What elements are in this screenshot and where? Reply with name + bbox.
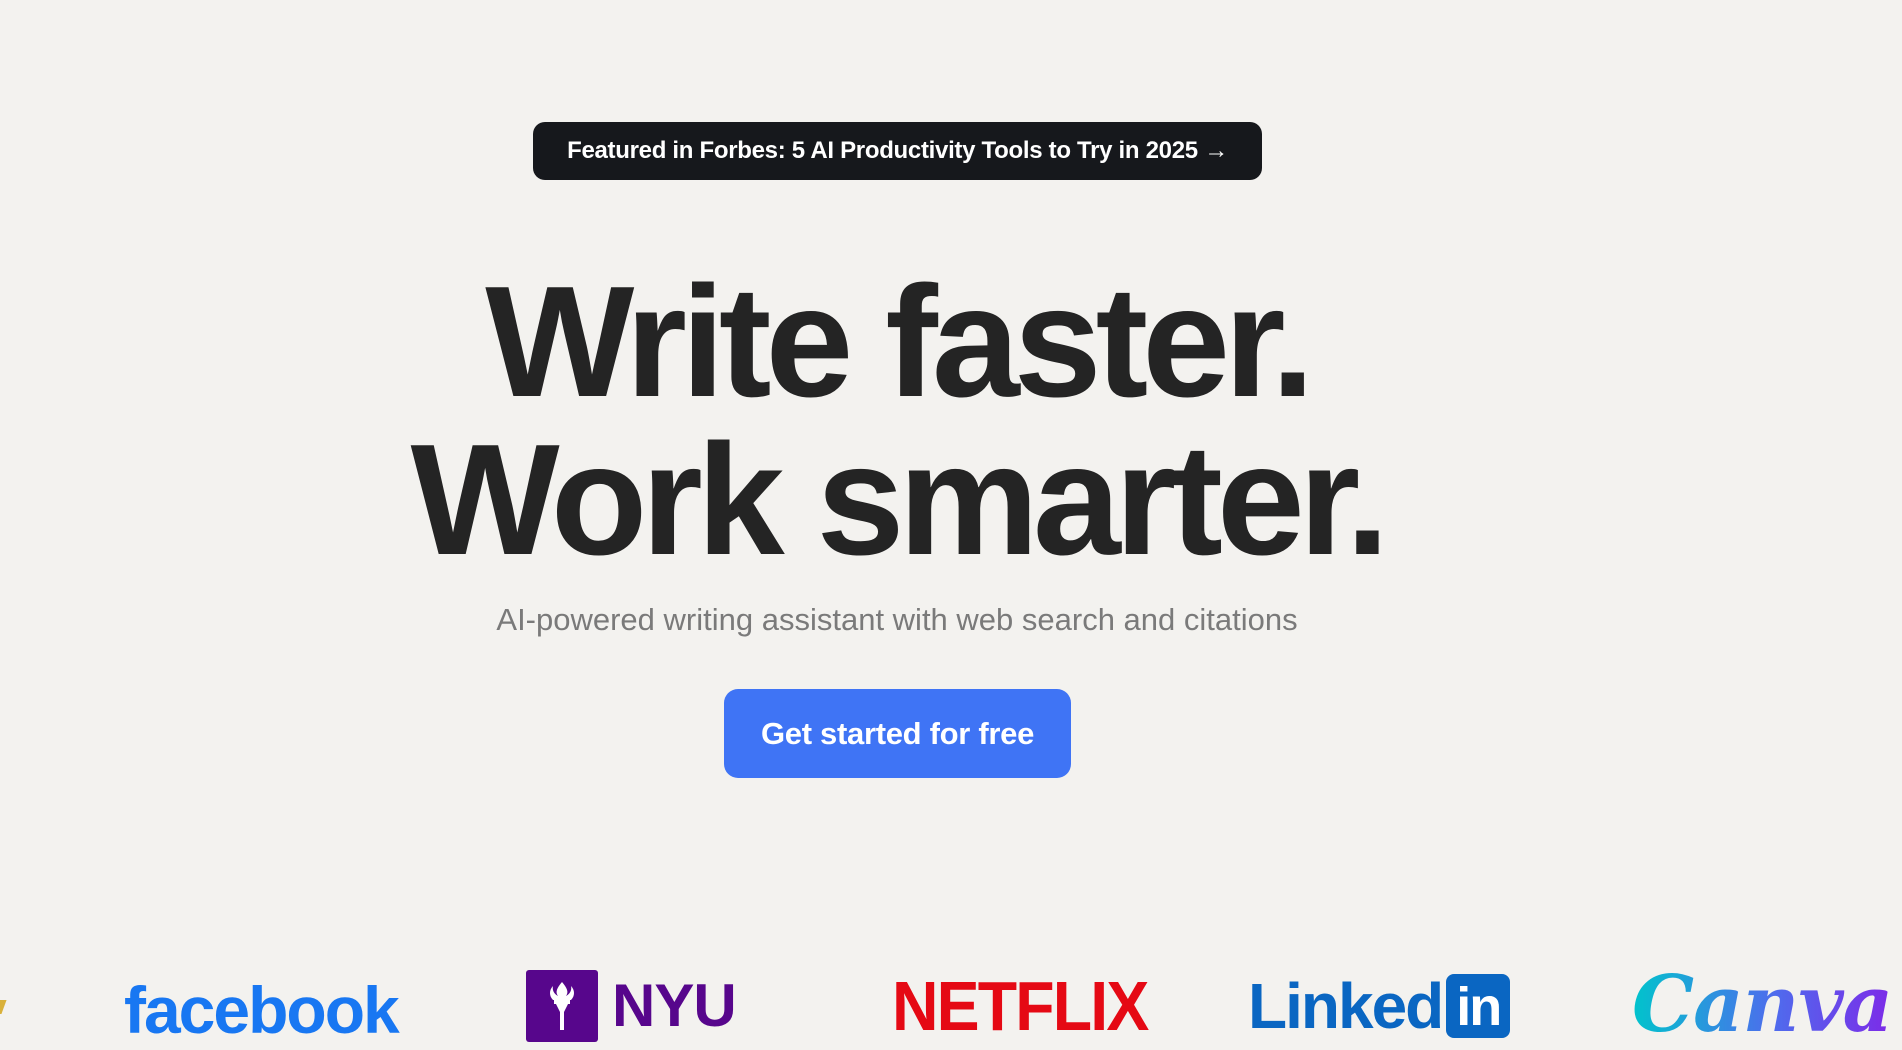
facebook-logo: facebook: [124, 973, 400, 1047]
linkedin-in-box: in: [1446, 974, 1511, 1038]
hero-subtitle: AI-powered writing assistant with web se…: [496, 602, 1298, 637]
partial-logo: [0, 1000, 7, 1014]
linkedin-wordmark: Linked: [1248, 970, 1444, 1042]
get-started-button[interactable]: Get started for free: [724, 689, 1071, 778]
nyu-torch-icon: [526, 970, 598, 1042]
landing-page: Featured in Forbes: 5 AI Productivity To…: [0, 0, 1902, 1050]
headline-line-2: Work smarter.: [410, 412, 1390, 588]
customer-logos-strip: facebook NYU NETFLIX Linked in Canva: [0, 960, 1902, 1050]
nyu-logo: NYU: [526, 970, 737, 1042]
nyu-wordmark: NYU: [612, 972, 737, 1039]
headline-line-1: Write faster.: [485, 254, 1315, 430]
netflix-logo: NETFLIX: [892, 967, 1149, 1045]
canva-logo: Canva: [1632, 959, 1893, 1050]
forbes-feature-banner[interactable]: Featured in Forbes: 5 AI Productivity To…: [533, 122, 1262, 180]
linkedin-logo: Linked in: [1248, 970, 1511, 1042]
